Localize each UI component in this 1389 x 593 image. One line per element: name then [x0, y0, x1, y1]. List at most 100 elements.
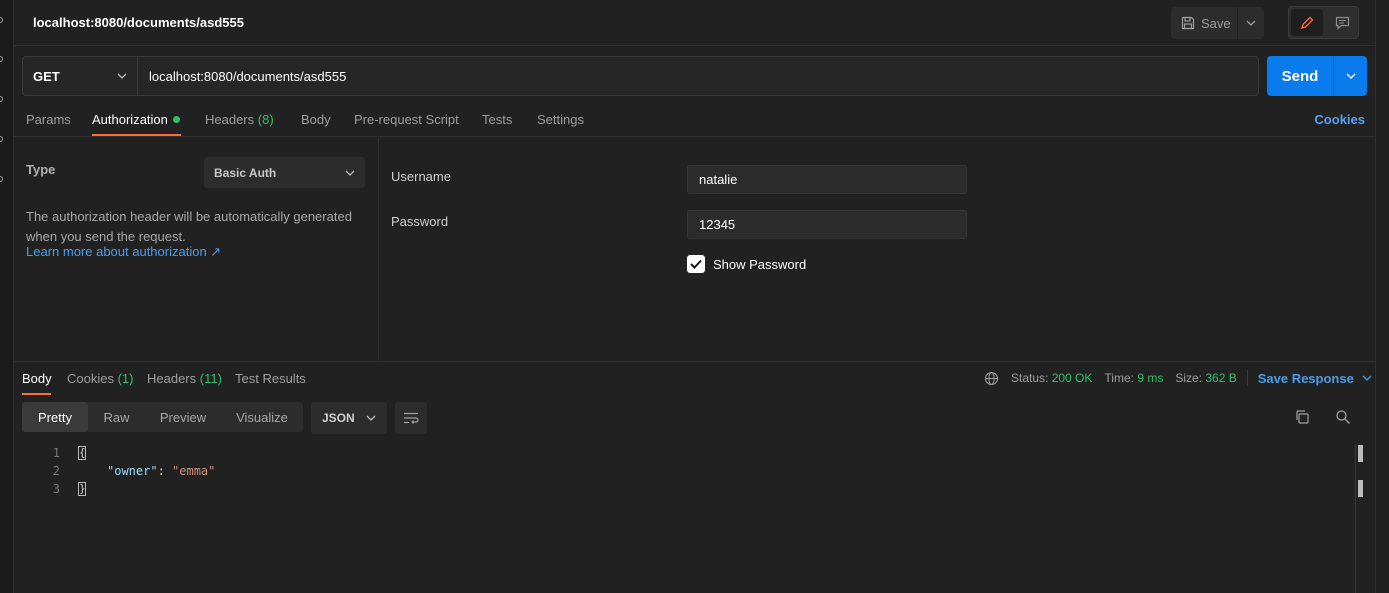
status-label: Status: — [1011, 371, 1049, 385]
time-label: Time: — [1104, 371, 1134, 385]
save-icon — [1181, 16, 1195, 30]
right-sidebar-strip — [1375, 0, 1389, 593]
format-preview[interactable]: Preview — [145, 402, 221, 432]
language-select[interactable]: JSON — [311, 402, 387, 434]
code-line: "owner": "emma" — [107, 464, 215, 478]
response-status-bar: Status: 200 OK Time: 9 ms Size: 362 B Sa… — [984, 370, 1372, 386]
show-password-label[interactable]: Show Password — [713, 257, 806, 272]
format-pretty[interactable]: Pretty — [22, 402, 88, 432]
line-number: 1 — [52, 446, 60, 460]
json-key: "owner" — [107, 464, 158, 478]
auth-credentials-panel: Username natalie Password 12345 Show Pas… — [380, 138, 1375, 361]
tab-prerequest-script[interactable]: Pre-request Script — [354, 112, 459, 127]
sidebar-marker — [0, 56, 3, 62]
type-label: Type — [26, 162, 56, 177]
sidebar-marker — [0, 17, 3, 23]
tab-authorization[interactable]: Authorization — [92, 112, 180, 127]
wrap-lines-icon — [404, 412, 419, 424]
format-raw[interactable]: Raw — [88, 402, 145, 432]
tab-headers[interactable]: Headers (8) — [205, 112, 274, 127]
resp-headers-label: Headers — [147, 371, 197, 386]
resp-tab-headers[interactable]: Headers (11) — [147, 371, 222, 386]
show-password-checkbox[interactable] — [687, 255, 705, 273]
save-response-button[interactable]: Save Response — [1258, 371, 1354, 386]
tab-settings[interactable]: Settings — [537, 112, 584, 127]
edit-mode-button[interactable] — [1291, 9, 1323, 36]
active-dot-icon — [172, 116, 180, 124]
resp-cookies-count: (1) — [117, 371, 134, 386]
chevron-down-icon — [1362, 375, 1372, 381]
auth-type-value: Basic Auth — [214, 165, 277, 180]
chevron-down-icon — [117, 73, 127, 79]
scrollbar-thumb[interactable] — [1358, 445, 1363, 462]
close-brace-icon: } — [78, 482, 86, 496]
auth-type-panel: Type Basic Auth The authorization header… — [14, 138, 379, 361]
scrollbar-track[interactable] — [1355, 444, 1363, 593]
password-input[interactable]: 12345 — [687, 210, 967, 239]
auth-type-select[interactable]: Basic Auth — [204, 157, 365, 188]
username-label: Username — [391, 169, 451, 184]
language-value: JSON — [322, 411, 355, 425]
json-colon: : — [157, 464, 173, 478]
learn-more-link[interactable]: Learn more about authorization ↗ — [26, 244, 221, 260]
comments-button[interactable] — [1326, 9, 1358, 36]
chevron-down-icon — [345, 170, 355, 176]
tab-params[interactable]: Params — [26, 112, 71, 127]
sidebar-marker — [0, 96, 3, 102]
resp-tab-body[interactable]: Body — [22, 371, 52, 386]
size-label: Size: — [1175, 371, 1203, 385]
divider — [1246, 370, 1248, 386]
headers-count: (8) — [257, 112, 274, 127]
request-title-bar: localhost:8080/documents/asd555 Save — [14, 0, 1375, 46]
checkmark-icon — [690, 259, 702, 269]
request-title[interactable]: localhost:8080/documents/asd555 — [33, 15, 244, 30]
tab-body[interactable]: Body — [301, 112, 331, 127]
sidebar-marker — [0, 136, 3, 142]
format-visualize[interactable]: Visualize — [221, 402, 303, 432]
save-button[interactable]: Save — [1171, 7, 1238, 39]
resp-tab-cookies[interactable]: Cookies (1) — [67, 371, 133, 386]
line-number: 3 — [52, 482, 60, 496]
cookies-link[interactable]: Cookies — [1314, 112, 1365, 127]
resp-headers-count: (11) — [199, 371, 222, 386]
pencil-icon — [1301, 16, 1314, 29]
tab-authorization-label: Authorization — [92, 112, 168, 127]
copy-icon[interactable] — [1294, 409, 1310, 425]
search-icon[interactable] — [1335, 409, 1351, 425]
time-value[interactable]: 9 ms — [1137, 371, 1163, 385]
json-value: "emma" — [172, 464, 216, 478]
scrollbar-thumb[interactable] — [1358, 480, 1363, 497]
url-bar: GET localhost:8080/documents/asd555 — [22, 56, 1259, 96]
send-button[interactable]: Send — [1267, 56, 1334, 96]
send-button-group: Send — [1267, 56, 1367, 96]
tab-headers-label: Headers — [205, 112, 255, 127]
sidebar-marker — [0, 176, 3, 182]
send-options-button[interactable] — [1334, 56, 1367, 96]
method-select[interactable]: GET — [23, 57, 138, 95]
chevron-down-icon — [366, 415, 376, 421]
save-options-button[interactable] — [1238, 7, 1264, 39]
save-label: Save — [1201, 15, 1231, 31]
active-tab-underline — [92, 134, 181, 136]
username-input[interactable]: natalie — [687, 165, 967, 194]
resp-tab-test-results[interactable]: Test Results — [235, 371, 306, 386]
size-value[interactable]: 362 B — [1205, 371, 1236, 385]
line-number: 2 — [52, 464, 60, 478]
resp-cookies-label: Cookies — [67, 371, 114, 386]
method-label: GET — [33, 68, 60, 84]
status-value[interactable]: 200 OK — [1052, 371, 1093, 385]
wrap-lines-button[interactable] — [395, 402, 427, 434]
open-brace-icon: { — [78, 446, 86, 460]
response-format-tabs: Pretty Raw Preview Visualize — [22, 402, 303, 432]
response-body-editor[interactable]: 1 2 3 { "owner": "emma" } — [14, 440, 1354, 593]
tab-tests[interactable]: Tests — [482, 112, 512, 127]
response-tabs: Body Cookies (1) Headers (11) Test Resul… — [14, 361, 1375, 395]
save-button-group: Save — [1171, 7, 1264, 39]
globe-icon[interactable] — [984, 371, 999, 386]
active-tab-underline — [22, 393, 51, 395]
chevron-down-icon — [1246, 20, 1256, 26]
auth-description: The authorization header will be automat… — [26, 209, 352, 244]
url-input[interactable]: localhost:8080/documents/asd555 — [138, 57, 1258, 95]
left-sidebar-strip — [0, 0, 14, 593]
password-label: Password — [391, 214, 449, 229]
